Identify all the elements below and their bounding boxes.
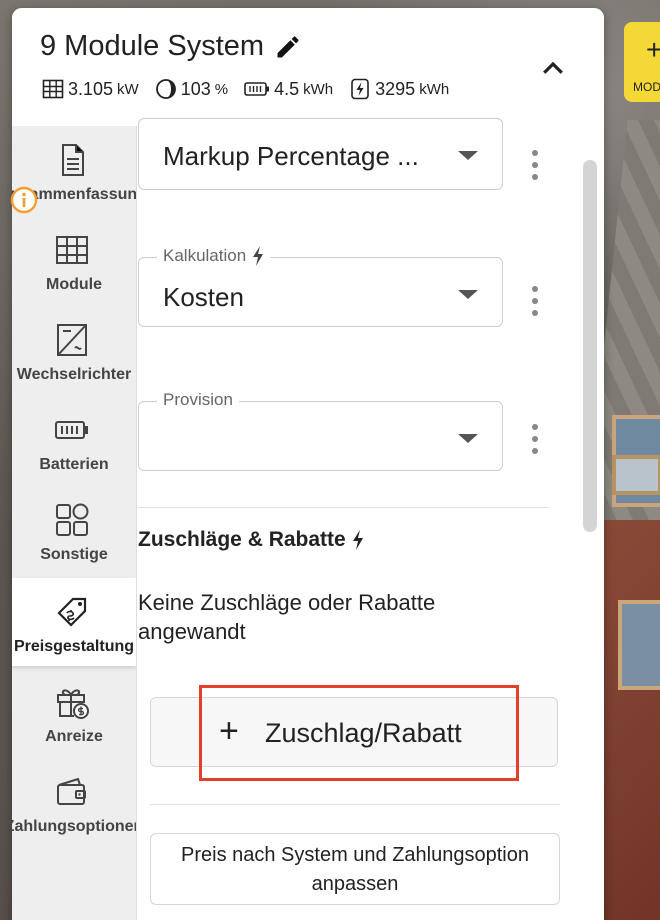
- offset-gauge-icon: [155, 79, 176, 99]
- stat-battery: 4.5 kWh: [244, 79, 333, 100]
- kalkulation-value: Kosten: [163, 282, 244, 312]
- lightning-icon: [253, 246, 264, 266]
- shapes-icon: [56, 503, 89, 536]
- sidebar-item-zahlungsoptionen[interactable]: Zahlungsoptionen: [12, 758, 136, 846]
- section-divider: [138, 507, 548, 508]
- sidebar-item-label: Sonstige: [40, 546, 108, 563]
- chevron-down-icon: [458, 434, 478, 443]
- provision-label-text: Provision: [163, 390, 233, 409]
- battery-unit: kWh: [303, 80, 334, 98]
- sidebar-item-module[interactable]: Module: [12, 216, 136, 304]
- more-options-icon[interactable]: [528, 286, 542, 320]
- sidebar-item-label: Batterien: [39, 456, 109, 473]
- solar-panel: [618, 600, 660, 690]
- document-icon: [62, 144, 84, 176]
- chevron-down-icon: [458, 151, 478, 160]
- system-stats: 3.105 kW 103 % 4.5 kWh 3295 kWh: [42, 78, 465, 100]
- chevron-down-icon: [458, 290, 478, 299]
- production-unit: kWh: [419, 80, 450, 98]
- section-divider: [150, 804, 560, 805]
- gift-icon: [57, 689, 89, 719]
- stat-production: 3295 kWh: [349, 78, 449, 100]
- stat-offset: 103 %: [155, 78, 228, 100]
- pencil-icon[interactable]: [274, 33, 302, 61]
- highlight-box: [199, 685, 519, 781]
- wallet-icon: [57, 777, 86, 805]
- add-module-label: MOD: [633, 80, 660, 94]
- price-tag-icon: [57, 597, 87, 627]
- roof-area-red: [600, 520, 660, 920]
- lightning-icon: [352, 530, 363, 550]
- markup-select[interactable]: Markup Percentage ...: [138, 118, 503, 190]
- sidebar-item-anreize[interactable]: Anreize: [12, 668, 136, 756]
- inverter-icon: [57, 324, 87, 356]
- sidebar-item-sonstige[interactable]: Sonstige: [12, 486, 136, 574]
- info-icon[interactable]: [10, 186, 38, 214]
- sidebar-item-label: Zahlungsoptionen: [12, 818, 136, 835]
- provision-select[interactable]: Provision: [138, 390, 503, 471]
- sidebar-item-label: Wechselrichter: [16, 366, 132, 383]
- system-title: 9 Module System: [40, 30, 265, 62]
- sidebar-item-wechselrichter[interactable]: Wechselrichter: [12, 306, 136, 394]
- adders-section-title: Zuschläge & Rabatte: [138, 528, 364, 552]
- chevron-up-icon[interactable]: [538, 54, 568, 84]
- kalkulation-label-text: Kalkulation: [163, 246, 247, 265]
- markup-value: Markup Percentage ...: [163, 141, 419, 171]
- sidebar-item-label: Module: [46, 276, 102, 293]
- offset-unit: %: [214, 80, 229, 98]
- lightning-icon: [351, 78, 369, 100]
- more-options-icon[interactable]: [528, 424, 542, 458]
- scrollbar-thumb[interactable]: [583, 160, 597, 532]
- battery-icon: [244, 82, 270, 96]
- adders-empty-message: Keine Zuschläge oder Rabatte angewandt: [138, 590, 436, 644]
- kalkulation-label: Kalkulation: [157, 246, 271, 266]
- sidebar-item-batterien[interactable]: Batterien: [12, 396, 136, 484]
- more-options-icon[interactable]: [528, 150, 542, 184]
- solar-panel: [612, 455, 660, 495]
- production-value: 3295: [375, 78, 416, 99]
- power-unit: kW: [117, 80, 139, 98]
- stat-power: 3.105 kW: [42, 78, 139, 100]
- sidebar-item-label: Anreize: [45, 728, 103, 745]
- offset-value: 103: [180, 78, 211, 99]
- kalkulation-select[interactable]: Kalkulation Kosten: [138, 246, 503, 327]
- sidebar-item-preisgestaltung[interactable]: Preisgestaltung: [12, 578, 136, 666]
- panel-header: 9 Module System 3.105 kW 103 % 4.5 kWh 3…: [12, 8, 604, 126]
- adjust-price-button[interactable]: Preis nach System und Zahlungsoption anp…: [150, 833, 560, 905]
- grid-icon: [42, 79, 64, 99]
- battery-value: 4.5: [274, 78, 300, 99]
- plus-icon: +: [646, 34, 660, 65]
- power-value: 3.105: [68, 78, 114, 99]
- grid-icon: [56, 236, 88, 264]
- adders-title-text: Zuschläge & Rabatte: [138, 528, 346, 551]
- provision-label: Provision: [157, 390, 239, 410]
- battery-icon: [55, 421, 88, 439]
- sidebar-nav: Zusammenfassung Module Wechselrichter: [12, 126, 136, 920]
- sidebar-item-label: Preisgestaltung: [13, 638, 135, 655]
